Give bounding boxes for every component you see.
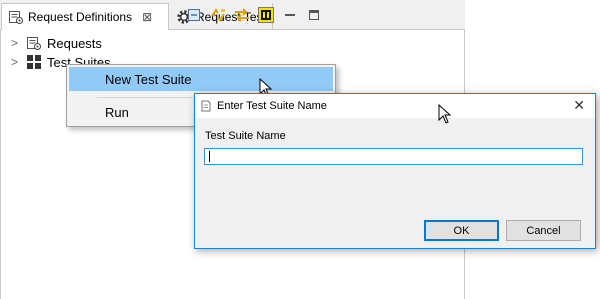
view-tab-bar: Request Definitions ⊠ Request Test <box>0 0 465 30</box>
request-definitions-icon <box>8 9 24 25</box>
tab-label: Request Definitions <box>28 10 133 24</box>
tree-item-label: Requests <box>47 35 102 51</box>
requests-icon <box>26 35 42 51</box>
cancel-button[interactable]: Cancel <box>506 220 581 241</box>
minimize-icon[interactable] <box>280 6 300 24</box>
link-with-editor-icon[interactable] <box>232 6 252 24</box>
menu-item-new-test-suite[interactable]: New Test Suite <box>69 67 333 91</box>
tab-request-definitions[interactable]: Request Definitions ⊠ <box>1 3 169 30</box>
dialog-title-bar[interactable]: Enter Test Suite Name ✕ <box>195 94 595 118</box>
expand-chevron-icon[interactable]: > <box>11 36 21 50</box>
close-icon[interactable]: ✕ <box>573 97 585 114</box>
app-icon <box>201 100 211 112</box>
collapse-all-icon[interactable] <box>184 6 204 24</box>
test-suite-name-label: Test Suite Name <box>205 130 286 142</box>
sync-icon[interactable] <box>208 6 228 24</box>
maximize-icon[interactable] <box>304 6 324 24</box>
expand-chevron-icon[interactable]: > <box>11 55 21 69</box>
test-suites-icon <box>26 54 42 70</box>
mouse-pointer-icon <box>438 104 452 124</box>
tt-icon[interactable] <box>256 6 276 24</box>
view-toolbar <box>184 6 324 24</box>
close-tab-icon[interactable]: ⊠ <box>142 10 152 24</box>
test-suite-name-input[interactable] <box>204 148 583 165</box>
tree-item-requests[interactable]: > Requests <box>11 34 102 52</box>
enter-test-suite-name-dialog: Enter Test Suite Name ✕ Test Suite Name … <box>194 93 596 249</box>
text-caret <box>209 151 210 162</box>
dialog-title: Enter Test Suite Name <box>217 100 327 112</box>
ok-button[interactable]: OK <box>424 220 499 241</box>
